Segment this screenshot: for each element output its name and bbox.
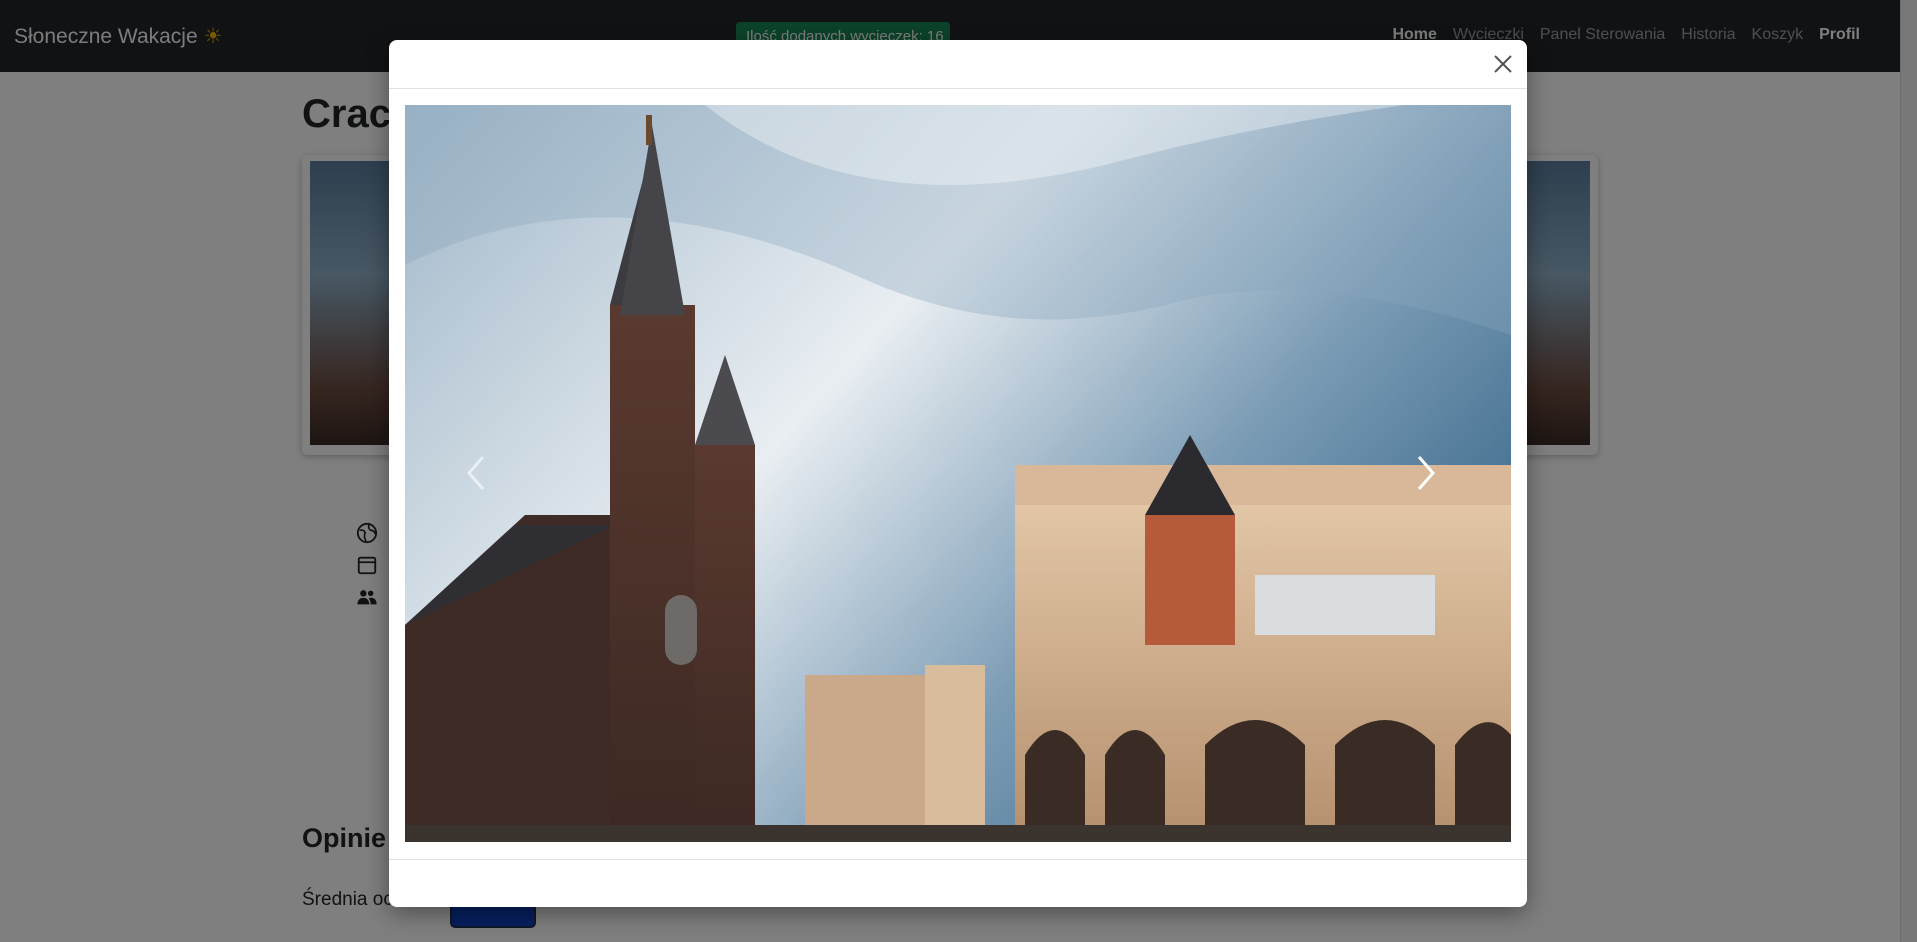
modal-header <box>389 40 1527 89</box>
modal-footer <box>389 859 1527 907</box>
krakow-square-photo <box>405 105 1511 842</box>
close-icon[interactable] <box>1491 52 1515 76</box>
chevron-right-icon[interactable] <box>1409 449 1441 497</box>
chevron-left-icon[interactable] <box>461 449 493 497</box>
modal-photo <box>405 105 1511 842</box>
image-preview-modal <box>389 40 1527 907</box>
